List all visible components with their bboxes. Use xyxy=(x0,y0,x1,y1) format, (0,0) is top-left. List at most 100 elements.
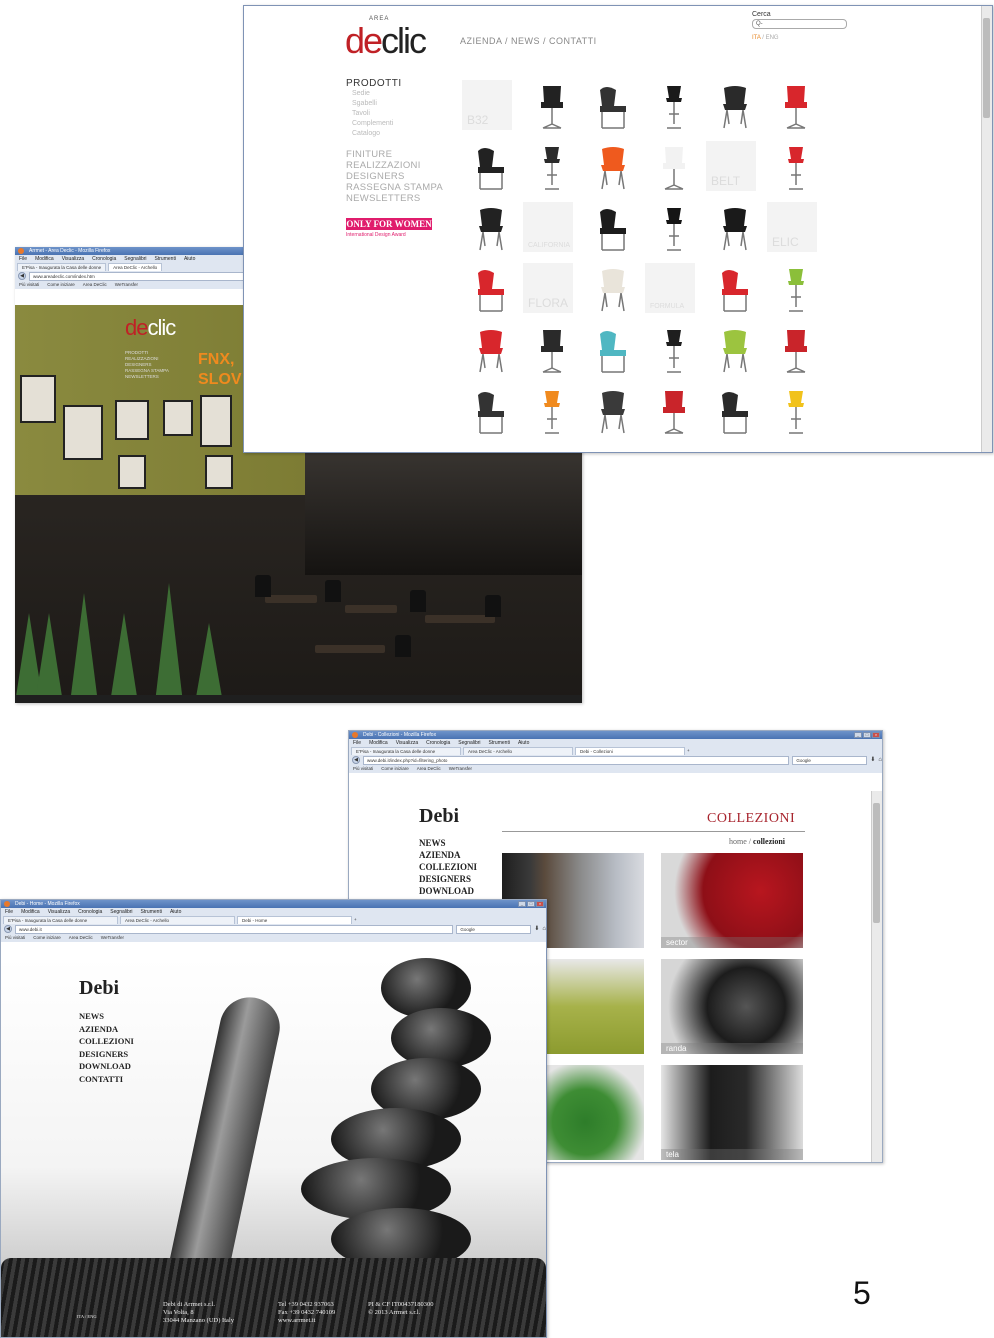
product-cell[interactable]: ELIC xyxy=(765,200,826,261)
submenu-item[interactable]: Complementi xyxy=(346,119,443,129)
bookmark-piu-visitati[interactable]: Più visitati xyxy=(5,934,25,942)
chair-thumbnail-icon[interactable] xyxy=(718,328,752,374)
product-cell[interactable] xyxy=(643,78,704,139)
chair-thumbnail-icon[interactable] xyxy=(474,206,508,252)
menu-item[interactable]: COLLEZIONI xyxy=(79,1035,134,1048)
collection-tile[interactable]: tela xyxy=(661,1065,803,1160)
chair-thumbnail-icon[interactable] xyxy=(535,389,569,435)
bookmark-piu-visitati[interactable]: Più visitati xyxy=(353,765,373,773)
url-bar[interactable]: www.debi.it xyxy=(15,924,454,934)
product-cell[interactable]: CALIFORNIA xyxy=(521,200,582,261)
minimize-icon[interactable]: _ xyxy=(854,732,862,738)
product-cell[interactable] xyxy=(582,261,643,322)
bookmark-come-iniziare[interactable]: Come iniziare xyxy=(47,281,75,289)
product-placeholder[interactable]: FORMULA xyxy=(645,263,695,313)
submenu-item[interactable]: Sedie xyxy=(346,89,443,99)
close-icon[interactable]: × xyxy=(536,901,544,907)
chair-thumbnail-icon[interactable] xyxy=(657,206,691,252)
menu-item[interactable]: CONTATTI xyxy=(79,1073,134,1086)
chair-thumbnail-icon[interactable] xyxy=(596,145,630,191)
product-cell[interactable] xyxy=(765,261,826,322)
tab-area-declic[interactable]: Area DeClic - Archello xyxy=(108,263,163,271)
product-cell[interactable] xyxy=(460,261,521,322)
menu-prodotti[interactable]: PRODOTTI xyxy=(346,78,443,89)
menu-item[interactable]: AZIENDA xyxy=(79,1023,134,1036)
bookmark-come-iniziare[interactable]: Come iniziare xyxy=(381,765,409,773)
product-cell[interactable] xyxy=(582,383,643,444)
menu-segnalibri[interactable]: Segnalibri xyxy=(458,739,480,747)
back-arrow-icon[interactable]: ◀ xyxy=(18,272,26,280)
chair-thumbnail-icon[interactable] xyxy=(596,389,630,435)
product-cell[interactable]: BELT xyxy=(704,139,765,200)
menu-strumenti[interactable]: Strumenti xyxy=(155,255,176,263)
chair-thumbnail-icon[interactable] xyxy=(779,84,813,130)
product-cell[interactable] xyxy=(643,139,704,200)
menu-item[interactable]: NEWS xyxy=(419,837,477,849)
product-placeholder[interactable]: BELT xyxy=(706,141,756,191)
product-cell[interactable] xyxy=(765,383,826,444)
chair-thumbnail-icon[interactable] xyxy=(657,145,691,191)
submenu-item[interactable]: Sgabelli xyxy=(346,99,443,109)
product-cell[interactable] xyxy=(704,383,765,444)
product-cell[interactable] xyxy=(582,78,643,139)
chair-thumbnail-icon[interactable] xyxy=(718,389,752,435)
menu-item[interactable]: DOWNLOAD xyxy=(79,1060,134,1073)
product-cell[interactable] xyxy=(460,322,521,383)
close-icon[interactable]: × xyxy=(872,732,880,738)
url-bar[interactable]: www.debi.it/index.php?id=filtering_photo xyxy=(363,755,790,765)
chair-thumbnail-icon[interactable] xyxy=(474,389,508,435)
menu-segnalibri[interactable]: Segnalibri xyxy=(124,255,146,263)
tab-debi-home[interactable]: Debi - Home xyxy=(237,916,352,924)
menu-cronologia[interactable]: Cronologia xyxy=(426,739,450,747)
tab-area-declic[interactable]: Area DeClic - Archello xyxy=(120,916,235,924)
new-tab-icon[interactable]: + xyxy=(354,916,357,924)
menu-segnalibri[interactable]: Segnalibri xyxy=(110,908,132,916)
home-icon[interactable]: ⌂ xyxy=(542,925,546,933)
menu-file[interactable]: File xyxy=(19,255,27,263)
search-input[interactable]: Q- xyxy=(752,19,847,29)
product-cell[interactable]: FORMULA xyxy=(643,261,704,322)
search-box[interactable]: Google xyxy=(792,755,868,765)
menu-visualizza[interactable]: Visualizza xyxy=(62,255,84,263)
tab-area-declic[interactable]: Area DeClic - Archello xyxy=(463,747,573,755)
product-cell[interactable] xyxy=(643,200,704,261)
menu-visualizza[interactable]: Visualizza xyxy=(48,908,70,916)
product-cell[interactable] xyxy=(460,383,521,444)
menu-item[interactable]: DESIGNERS xyxy=(346,171,443,182)
product-placeholder[interactable]: ELIC xyxy=(767,202,817,252)
menu-item[interactable]: DOWNLOAD xyxy=(419,885,477,897)
product-cell[interactable] xyxy=(460,139,521,200)
collection-tile[interactable]: randa xyxy=(661,959,803,1054)
menu-cronologia[interactable]: Cronologia xyxy=(92,255,116,263)
bookmark-wetransfer[interactable]: WeTransfer xyxy=(115,281,138,289)
chair-thumbnail-icon[interactable] xyxy=(718,84,752,130)
bookmark-wetransfer[interactable]: WeTransfer xyxy=(449,765,472,773)
bookmark-area-declic[interactable]: Area DeClic xyxy=(417,765,441,773)
menu-item[interactable]: NEWS xyxy=(79,1010,134,1023)
declic-logo[interactable]: AREA declic xyxy=(345,16,427,62)
menu-aiuto[interactable]: Aiuto xyxy=(170,908,181,916)
menu-item[interactable]: DESIGNERS xyxy=(419,873,477,885)
bookmark-area-declic[interactable]: Area DeClic xyxy=(69,934,93,942)
chair-thumbnail-icon[interactable] xyxy=(718,206,752,252)
back-arrow-icon[interactable]: ◀ xyxy=(4,925,12,933)
chair-thumbnail-icon[interactable] xyxy=(657,84,691,130)
debi-logo[interactable]: Debi xyxy=(419,805,459,828)
menu-cronologia[interactable]: Cronologia xyxy=(78,908,102,916)
product-placeholder[interactable]: FLORA xyxy=(523,263,573,313)
product-cell[interactable] xyxy=(460,200,521,261)
chair-thumbnail-icon[interactable] xyxy=(657,328,691,374)
new-tab-icon[interactable]: + xyxy=(687,747,690,755)
product-cell[interactable] xyxy=(521,322,582,383)
tab-episa[interactable]: E'Pisa - Inaugurata la Casa delle donne xyxy=(3,916,118,924)
submenu-item[interactable]: Tavoli xyxy=(346,109,443,119)
language-switch[interactable]: ITA / ENG xyxy=(77,1313,97,1321)
menu-item[interactable]: DESIGNERS xyxy=(79,1048,134,1061)
menu-aiuto[interactable]: Aiuto xyxy=(518,739,529,747)
tab-debi-collezioni[interactable]: Debi - Collezioni xyxy=(575,747,685,755)
menu-item[interactable]: REALIZZAZIONI xyxy=(346,160,443,171)
menu-item[interactable]: RASSEGNA STAMPA xyxy=(346,182,443,193)
chair-thumbnail-icon[interactable] xyxy=(779,267,813,313)
product-placeholder[interactable]: B32 xyxy=(462,80,512,130)
scrollbar[interactable] xyxy=(981,6,992,452)
